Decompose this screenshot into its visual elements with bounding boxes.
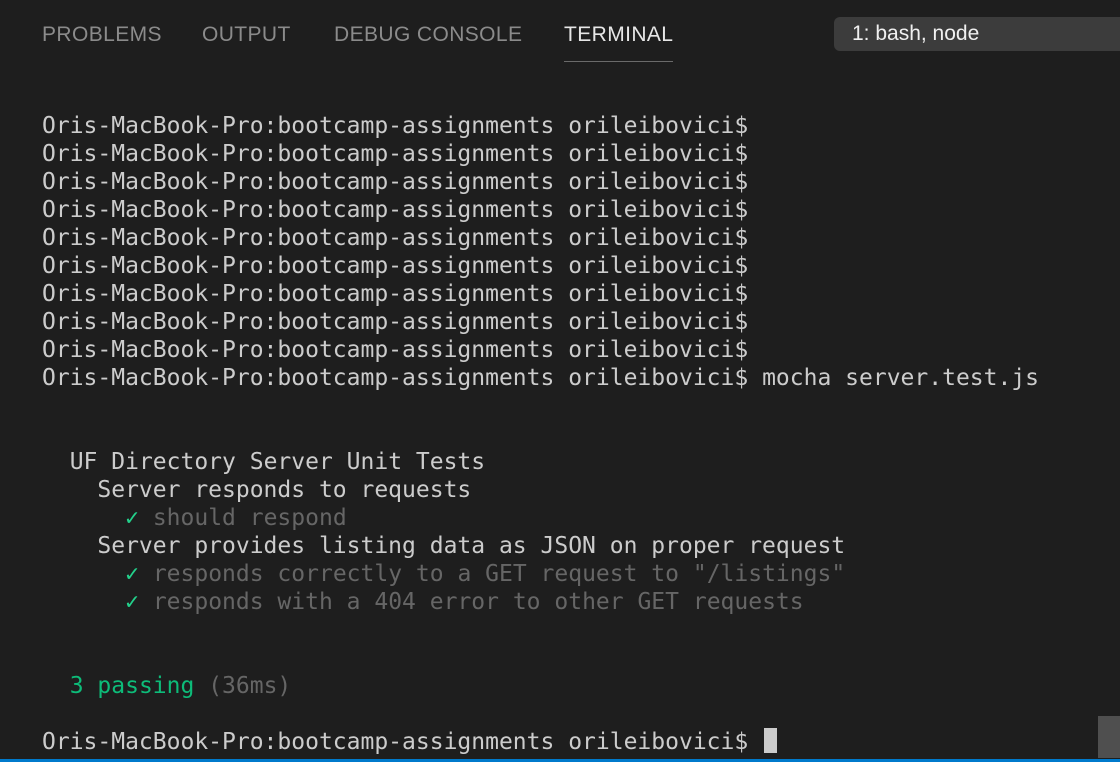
prompt-line: Oris-MacBook-Pro:bootcamp-assignments or… [42, 196, 1100, 224]
test-result: ✓ should respond [42, 504, 1100, 532]
command-text: mocha server.test.js [762, 365, 1040, 391]
text-cursor [764, 728, 778, 753]
summary-line: 3 passing (36ms) [42, 672, 1100, 700]
prompt-text: Oris-MacBook-Pro:bootcamp-assignments or… [42, 113, 749, 139]
prompt-line: Oris-MacBook-Pro:bootcamp-assignments or… [42, 224, 1100, 252]
prompt-line: Oris-MacBook-Pro:bootcamp-assignments or… [42, 336, 1100, 364]
test-group-title: Server provides listing data as JSON on … [97, 533, 846, 559]
prompt-text: Oris-MacBook-Pro:bootcamp-assignments or… [42, 169, 749, 195]
prompt-text: Oris-MacBook-Pro:bootcamp-assignments or… [42, 729, 749, 755]
suite-title: UF Directory Server Unit Tests [69, 449, 486, 475]
prompt-text: Oris-MacBook-Pro:bootcamp-assignments or… [42, 309, 749, 335]
active-prompt-line: Oris-MacBook-Pro:bootcamp-assignments or… [42, 728, 1100, 756]
check-icon: ✓ [125, 589, 139, 615]
terminal-selector-dropdown[interactable]: 1: bash, node [834, 17, 1120, 51]
passing-count: 3 passing [69, 673, 195, 699]
check-icon: ✓ [125, 505, 139, 531]
check-icon: ✓ [125, 561, 139, 587]
tab-debug-console[interactable]: DEBUG CONSOLE [334, 21, 522, 61]
test-name: should respond [152, 505, 347, 531]
test-result: ✓ responds correctly to a GET request to… [42, 560, 1100, 588]
prompt-line: Oris-MacBook-Pro:bootcamp-assignments or… [42, 168, 1100, 196]
prompt-text: Oris-MacBook-Pro:bootcamp-assignments or… [42, 365, 749, 391]
prompt-line: Oris-MacBook-Pro:bootcamp-assignments or… [42, 308, 1100, 336]
tab-problems[interactable]: PROBLEMS [42, 21, 162, 61]
prompt-line: Oris-MacBook-Pro:bootcamp-assignments or… [42, 112, 1100, 140]
terminal-scrollbar-thumb[interactable] [1098, 716, 1120, 758]
prompt-line: Oris-MacBook-Pro:bootcamp-assignments or… [42, 140, 1100, 168]
tab-output[interactable]: OUTPUT [202, 21, 291, 61]
terminal-output[interactable]: Oris-MacBook-Pro:bootcamp-assignments or… [42, 112, 1100, 756]
test-group-title: Server responds to requests [97, 477, 472, 503]
prompt-text: Oris-MacBook-Pro:bootcamp-assignments or… [42, 141, 749, 167]
prompt-text: Oris-MacBook-Pro:bootcamp-assignments or… [42, 197, 749, 223]
tab-terminal[interactable]: TERMINAL [564, 21, 674, 62]
prompt-line: Oris-MacBook-Pro:bootcamp-assignments or… [42, 280, 1100, 308]
prompt-text: Oris-MacBook-Pro:bootcamp-assignments or… [42, 253, 749, 279]
test-result: ✓ responds with a 404 error to other GET… [42, 588, 1100, 616]
prompt-line: Oris-MacBook-Pro:bootcamp-assignments or… [42, 252, 1100, 280]
prompt-text: Oris-MacBook-Pro:bootcamp-assignments or… [42, 281, 749, 307]
duration-text: (36ms) [208, 673, 292, 699]
panel-tab-bar: PROBLEMS OUTPUT DEBUG CONSOLE TERMINAL 1… [0, 0, 1120, 70]
test-name: responds correctly to a GET request to "… [152, 561, 846, 587]
prompt-text: Oris-MacBook-Pro:bootcamp-assignments or… [42, 337, 749, 363]
prompt-text: Oris-MacBook-Pro:bootcamp-assignments or… [42, 225, 749, 251]
test-name: responds with a 404 error to other GET r… [152, 589, 804, 615]
command-line: Oris-MacBook-Pro:bootcamp-assignments or… [42, 364, 1100, 392]
